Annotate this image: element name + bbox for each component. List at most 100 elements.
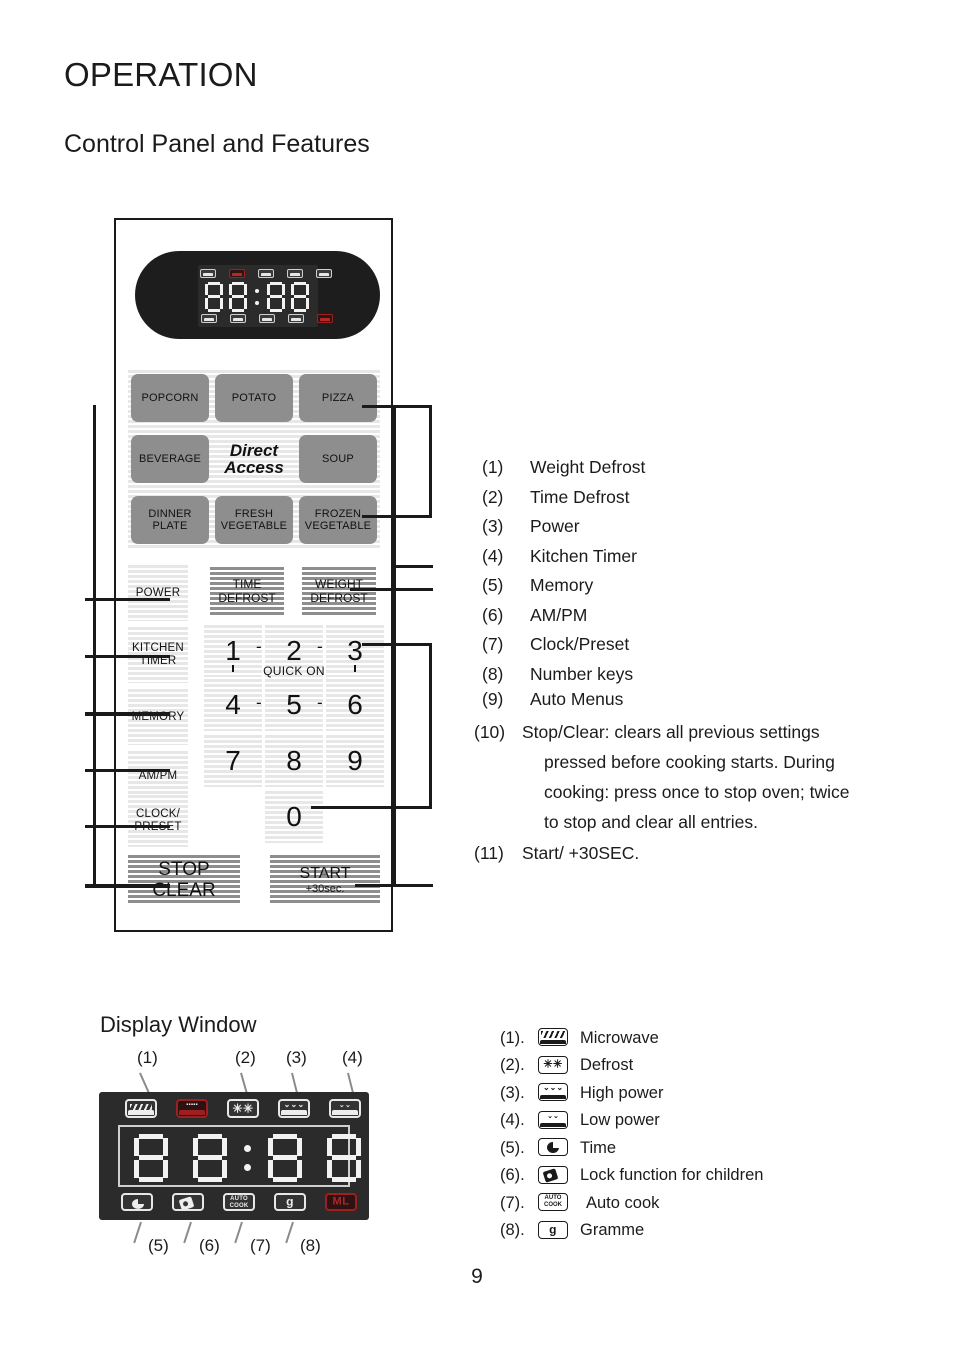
key-number-0[interactable]: 0	[265, 791, 323, 843]
key-weight-defrost[interactable]: WEIGHT DEFROST	[302, 567, 376, 615]
key-label: 0	[286, 801, 302, 832]
legend-item: (8) Number keys	[482, 664, 902, 685]
direct-access-line2: Access	[224, 458, 284, 477]
menu-button-label-line2: VEGETABLE	[220, 520, 288, 532]
legend-number: (9)	[482, 688, 504, 709]
menu-button-pizza[interactable]: PIZZA	[299, 374, 377, 422]
quick-on-tick	[232, 665, 234, 672]
panel-led-display	[135, 251, 380, 339]
key-ampm[interactable]: AM/PM	[128, 751, 188, 801]
key-power[interactable]: POWER	[128, 565, 188, 621]
menu-button-soup[interactable]: SOUP	[299, 435, 377, 483]
menu-button-beverage[interactable]: BEVERAGE	[131, 435, 209, 483]
dw-legend-text: Gramme	[580, 1221, 645, 1239]
dw-legend-number: (1).	[500, 1028, 525, 1047]
digit	[327, 1134, 361, 1182]
auto-cook-icon: AUTO COOK	[538, 1193, 572, 1213]
menu-button-label: POTATO	[231, 392, 277, 404]
quick-on-dash: -	[256, 693, 262, 712]
microwave-icon	[125, 1099, 157, 1118]
menu-button-label-line1: FROZEN	[314, 508, 362, 520]
time-icon	[538, 1138, 572, 1158]
legend-text-line3: cooking: press once to stop oven; twice	[544, 781, 850, 802]
legend-text: Number keys	[530, 663, 634, 684]
time-icon	[201, 314, 217, 323]
key-label: 8	[286, 745, 302, 776]
key-number-5[interactable]: 5	[265, 679, 323, 731]
key-number-6[interactable]: 6	[326, 679, 384, 731]
leader-line-8	[285, 1221, 294, 1244]
legend-number: (8)	[482, 663, 504, 684]
display-seven-segment-digits	[134, 1134, 361, 1182]
grill-icon	[229, 269, 245, 278]
dw-legend-item-gramme: (8). g Gramme	[500, 1220, 920, 1242]
key-time-defrost[interactable]: TIME DEFROST	[210, 567, 284, 615]
child-lock-icon	[538, 1165, 572, 1186]
key-stop-clear[interactable]: STOP CLEAR	[128, 855, 240, 905]
legend-text-line1: Stop/Clear: clears all previous settings	[522, 721, 820, 742]
menu-button-potato[interactable]: POTATO	[215, 374, 293, 422]
right-connector-spine	[393, 405, 396, 885]
child-lock-icon	[172, 1193, 204, 1211]
key-label-line1: CLOCK/	[135, 808, 181, 820]
key-label-line2: DEFROST	[310, 591, 368, 605]
legend-number: (10)	[474, 721, 506, 742]
legend-item: (3) Power	[482, 516, 902, 537]
legend-text: Power	[530, 516, 580, 536]
defrost-icon	[258, 269, 274, 278]
ml-icon	[317, 314, 333, 323]
leader-line-5	[133, 1221, 142, 1244]
auto-menu-keypad: POPCORN POTATO PIZZA BEVERAGE Direct Acc…	[131, 374, 378, 544]
quick-on-label: QUICK ON	[263, 664, 325, 678]
panel-top-indicators	[200, 269, 332, 278]
key-label-line1: KITCHEN	[132, 642, 184, 654]
key-start-30sec[interactable]: START +30sec.	[270, 855, 380, 905]
key-label-line2: DEFROST	[218, 591, 276, 605]
menu-button-dinner-plate[interactable]: DINNER PLATE	[131, 496, 209, 544]
dw-legend-item-microwave: (1). Microwave	[500, 1027, 920, 1049]
connector-auto-menus-top	[362, 405, 432, 408]
display-callout-3: (3)	[286, 1048, 307, 1067]
connector-clock-preset	[85, 825, 170, 828]
key-number-9[interactable]: 9	[326, 735, 384, 787]
legend-item-start: (11) Start/ +30SEC.	[474, 843, 902, 864]
key-number-8[interactable]: 8	[265, 735, 323, 787]
key-number-4[interactable]: 4	[204, 679, 262, 731]
key-number-7[interactable]: 7	[204, 735, 262, 787]
colon-separator	[255, 289, 259, 305]
menu-button-label: POPCORN	[141, 392, 199, 404]
legend-number: (7)	[482, 634, 504, 654]
menu-button-frozen-vegetable[interactable]: FROZEN VEGETABLE	[299, 496, 377, 544]
legend-number: (5)	[482, 575, 504, 595]
display-window-panel: ▪▪▪▪▪ ✳✳ ⌄⌄⌄ ⌄⌄ AUTO COOK g ML	[99, 1092, 369, 1220]
display-callout-4: (4)	[342, 1048, 363, 1067]
key-memory[interactable]: MEMORY	[128, 689, 188, 745]
dw-legend-text: Lock function for children	[580, 1166, 764, 1184]
menu-button-fresh-vegetable[interactable]: FRESH VEGETABLE	[215, 496, 293, 544]
key-label-line2: +30sec.	[305, 882, 345, 895]
legend-number: (2)	[482, 486, 504, 507]
microwave-icon	[538, 1028, 572, 1048]
colon-separator	[244, 1145, 251, 1171]
legend-number: (4)	[482, 545, 504, 566]
key-label-line1: TIME	[232, 577, 262, 591]
dw-legend-text: High power	[580, 1083, 664, 1102]
microwave-icon	[200, 269, 216, 278]
legend-text-line4: to stop and clear all entries.	[544, 811, 759, 832]
dw-legend-number: (5).	[500, 1138, 525, 1157]
menu-button-popcorn[interactable]: POPCORN	[131, 374, 209, 422]
legend-item: (1) Weight Defrost	[482, 457, 902, 478]
auto-cook-icon	[259, 314, 275, 323]
connector-kitchen-timer	[85, 655, 170, 658]
section-title: Control Panel and Features	[64, 130, 370, 158]
dw-legend-number: (3).	[500, 1083, 525, 1102]
leader-line-6	[183, 1221, 192, 1244]
panel-bottom-indicators	[201, 314, 333, 323]
key-clock-preset[interactable]: CLOCK/PRESET	[128, 795, 188, 847]
key-label-line2: PRESET	[134, 821, 181, 834]
legend-text-line2: pressed before cooking starts. During	[544, 751, 835, 772]
quick-on-tick	[354, 665, 356, 672]
connector-auto-menus-bottom	[362, 515, 432, 518]
legend-item: (2) Time Defrost	[482, 487, 902, 508]
low-power-icon: ⌄⌄	[329, 1099, 361, 1118]
